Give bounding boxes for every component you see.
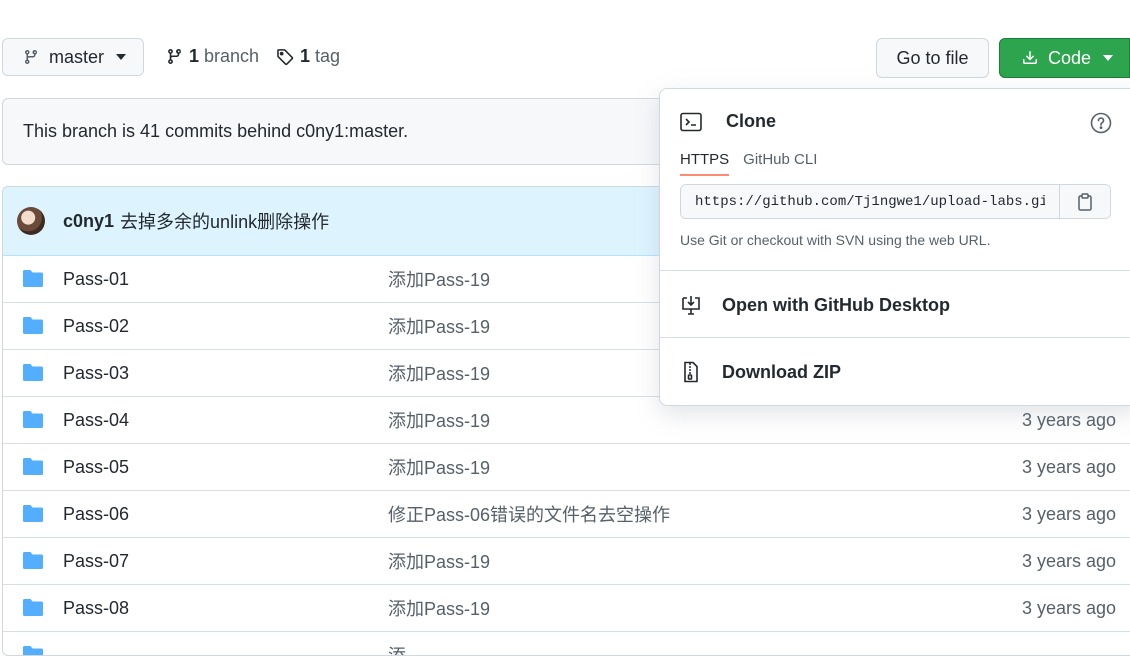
tab-https[interactable]: HTTPS: [680, 151, 730, 176]
file-row[interactable]: Pass-05 添加Pass-19 3 years ago: [3, 443, 1130, 490]
file-commit-message[interactable]: 添加Pass-19: [388, 407, 490, 433]
chevron-down-icon: [1103, 55, 1114, 61]
branch-selector-button[interactable]: master: [2, 38, 144, 76]
commit-message[interactable]: 去掉多余的unlink删除操作: [120, 208, 329, 234]
folder-icon: [23, 458, 43, 475]
download-icon: [1022, 50, 1038, 66]
branch-selector-label: master: [49, 46, 105, 67]
clone-dropdown: Clone HTTPS GitHub CLI Use Git or checko…: [659, 88, 1130, 406]
file-commit-age: 3 years ago: [1022, 409, 1117, 430]
desktop-download-icon: [680, 294, 702, 316]
file-name[interactable]: Pass-08: [63, 598, 129, 619]
file-name[interactable]: Pass-07: [63, 551, 129, 572]
file-commit-message[interactable]: 添加Pass-19: [388, 595, 490, 621]
file-name[interactable]: Pass-04: [63, 410, 129, 431]
file-name[interactable]: Pass-05: [63, 457, 129, 478]
branches-count: 1: [189, 46, 200, 66]
clipboard-icon: [1077, 192, 1093, 211]
file-commit-message[interactable]: 添: [388, 642, 406, 655]
file-commit-age: 3 years ago: [1022, 550, 1117, 571]
clone-note: Use Git or checkout with SVN using the w…: [680, 232, 991, 248]
chevron-down-icon: [116, 54, 127, 60]
open-with-desktop-button[interactable]: Open with GitHub Desktop: [680, 294, 950, 316]
file-commit-message[interactable]: 添加Pass-19: [388, 548, 490, 574]
divider: [660, 270, 1130, 271]
go-to-file-button[interactable]: Go to file: [876, 38, 989, 78]
folder-icon: [23, 317, 43, 334]
git-branch-icon: [166, 48, 183, 65]
tag-icon: [276, 48, 294, 66]
folder-icon: [23, 552, 43, 569]
file-commit-message[interactable]: 添加Pass-19: [388, 313, 490, 339]
divider: [660, 337, 1130, 338]
file-name[interactable]: Pass-03: [63, 363, 129, 384]
clone-tabs: HTTPS GitHub CLI: [680, 151, 831, 176]
folder-icon: [23, 270, 43, 287]
clone-url-box: [680, 184, 1111, 219]
copy-url-button[interactable]: [1059, 185, 1110, 218]
tab-github-cli[interactable]: GitHub CLI: [743, 151, 817, 176]
folder-icon: [23, 411, 43, 428]
file-commit-age: 3 years ago: [1022, 456, 1117, 477]
folder-icon: [23, 364, 43, 381]
avatar[interactable]: [17, 207, 45, 235]
folder-icon: [23, 505, 43, 522]
file-row[interactable]: 添: [3, 631, 1130, 655]
file-commit-message[interactable]: 添加Pass-19: [388, 360, 490, 386]
file-name[interactable]: Pass-01: [63, 269, 129, 290]
branch-status-text: This branch is 41 commits behind c0ny1:m…: [23, 121, 409, 141]
help-icon[interactable]: [1090, 112, 1112, 134]
folder-icon: [23, 646, 43, 655]
commit-author[interactable]: c0ny1: [63, 211, 114, 232]
clone-title: Clone: [726, 111, 777, 131]
file-zip-icon: [680, 361, 702, 383]
file-commit-message[interactable]: 添加Pass-19: [388, 266, 490, 292]
tags-link[interactable]: 1 tag: [276, 46, 340, 67]
clone-url-input[interactable]: [681, 185, 1059, 218]
branches-link[interactable]: 1 branch: [166, 46, 259, 67]
file-commit-message[interactable]: 添加Pass-19: [388, 454, 490, 480]
open-with-desktop-label: Open with GitHub Desktop: [722, 294, 950, 315]
clone-header: Clone: [680, 111, 776, 132]
file-row[interactable]: Pass-06 修正Pass-06错误的文件名去空操作 3 years ago: [3, 490, 1130, 537]
download-zip-button[interactable]: Download ZIP: [680, 361, 841, 383]
file-commit-message[interactable]: 修正Pass-06错误的文件名去空操作: [388, 501, 670, 527]
tags-label: tag: [315, 46, 341, 66]
file-row[interactable]: Pass-07 添加Pass-19 3 years ago: [3, 537, 1130, 584]
file-commit-age: 3 years ago: [1022, 503, 1117, 524]
tags-count: 1: [300, 46, 311, 66]
code-button-label: Code: [1048, 47, 1092, 68]
branches-label: branch: [204, 46, 260, 66]
file-name[interactable]: Pass-06: [63, 504, 129, 525]
file-row[interactable]: Pass-08 添加Pass-19 3 years ago: [3, 584, 1130, 631]
file-name[interactable]: Pass-02: [63, 316, 129, 337]
terminal-icon: [680, 112, 702, 132]
file-commit-age: 3 years ago: [1022, 597, 1117, 618]
folder-icon: [23, 599, 43, 616]
git-branch-icon: [23, 49, 39, 65]
download-zip-label: Download ZIP: [722, 361, 841, 382]
code-button[interactable]: Code: [999, 38, 1130, 78]
